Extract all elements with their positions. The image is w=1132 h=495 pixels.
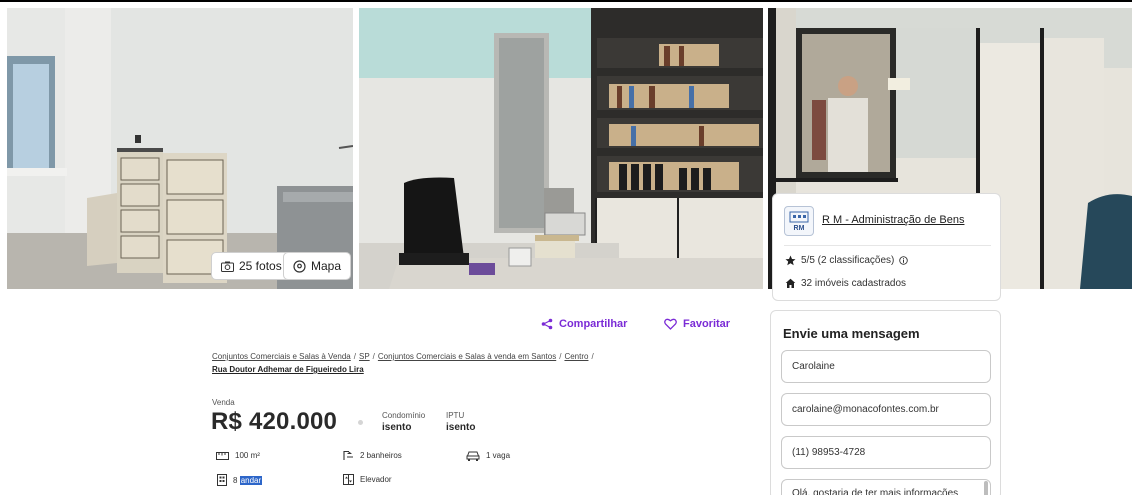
office-photo-2 bbox=[359, 8, 763, 289]
share-icon bbox=[541, 318, 553, 330]
condominium-fee: Condomínio isento bbox=[382, 411, 425, 433]
info-icon[interactable] bbox=[899, 256, 909, 265]
breadcrumb: Conjuntos Comerciais e Salas à Venda / SP /… bbox=[212, 350, 672, 376]
breadcrumb-item[interactable]: Conjuntos Comerciais e Salas à venda em … bbox=[378, 352, 556, 361]
office-photo-1 bbox=[7, 8, 353, 289]
favorite-button[interactable]: Favoritar bbox=[664, 318, 730, 330]
bathrooms-text: 2 banheiros bbox=[360, 451, 402, 460]
message-scrollbar[interactable] bbox=[984, 481, 988, 495]
divider bbox=[784, 245, 991, 246]
advertiser-name-link[interactable]: R M - Administração de Bens bbox=[822, 214, 964, 226]
svg-text:RM: RM bbox=[794, 225, 805, 232]
photos-count-label: 25 fotos bbox=[239, 259, 282, 273]
favorite-label: Favoritar bbox=[683, 318, 731, 330]
floor-number: 8 bbox=[233, 475, 238, 485]
contact-form: Envie uma mensagem Olá, gostaria de ter … bbox=[770, 310, 1001, 495]
breadcrumb-item[interactable]: SP bbox=[359, 352, 370, 361]
elevator-icon bbox=[343, 474, 354, 485]
listings-text: 32 imóveis cadastrados bbox=[801, 278, 907, 289]
parking-text: 1 vaga bbox=[486, 451, 511, 460]
form-title: Envie uma mensagem bbox=[783, 326, 920, 341]
gallery-photo-1[interactable] bbox=[7, 8, 353, 289]
area-text: 100 m² bbox=[235, 451, 260, 460]
advertiser-logo[interactable]: RM bbox=[784, 206, 814, 236]
feature-area: 100 m² bbox=[216, 451, 260, 460]
iptu-fee: IPTU isento bbox=[446, 411, 475, 433]
map-pin-icon bbox=[293, 259, 306, 273]
advertiser-card: RM R M - Administração de Bens 5/5 (2 cl… bbox=[772, 193, 1001, 301]
elevator-text: Elevador bbox=[360, 475, 392, 484]
share-label: Compartilhar bbox=[559, 318, 628, 330]
breadcrumb-separator: / bbox=[591, 352, 594, 361]
heart-icon bbox=[664, 318, 677, 330]
feature-parking: 1 vaga bbox=[466, 450, 510, 461]
breadcrumb-item[interactable]: Conjuntos Comerciais e Salas à Venda bbox=[212, 352, 351, 361]
condominium-label: Condomínio bbox=[382, 411, 426, 420]
feature-bathrooms: 2 banheiros bbox=[343, 450, 402, 461]
home-icon bbox=[785, 278, 796, 288]
breadcrumb-separator: / bbox=[372, 352, 375, 361]
breadcrumb-separator: / bbox=[559, 352, 562, 361]
feature-elevator: Elevador bbox=[343, 474, 392, 485]
ruler-icon bbox=[216, 451, 229, 460]
floor-word-selected: andar bbox=[239, 475, 263, 485]
star-icon bbox=[785, 255, 796, 266]
breadcrumb-item[interactable]: Centro bbox=[564, 352, 588, 361]
camera-icon bbox=[221, 261, 234, 272]
map-button[interactable]: Mapa bbox=[283, 252, 352, 280]
price-value: R$ 420.000 bbox=[211, 408, 338, 435]
share-button[interactable]: Compartilhar bbox=[541, 318, 627, 330]
separator-dot bbox=[358, 420, 363, 425]
phone-field[interactable] bbox=[781, 436, 991, 469]
condominium-value: isento bbox=[382, 422, 412, 433]
gallery-photo-2[interactable] bbox=[359, 8, 763, 289]
message-field[interactable]: Olá, gostaria de ter mais informações bbox=[781, 479, 991, 495]
building-logo-icon: RM bbox=[789, 211, 809, 232]
iptu-value: isento bbox=[446, 422, 476, 433]
price-type-label: Venda bbox=[212, 398, 235, 407]
building-icon bbox=[217, 474, 227, 486]
rating-text: 5/5 (2 classificações) bbox=[801, 255, 895, 266]
breadcrumb-separator: / bbox=[353, 352, 356, 361]
name-field[interactable] bbox=[781, 350, 991, 383]
car-icon bbox=[466, 451, 480, 461]
email-field[interactable] bbox=[781, 393, 991, 426]
iptu-label: IPTU bbox=[446, 411, 465, 420]
feature-floor: 8 andar bbox=[217, 474, 263, 486]
advertiser-listings-count: 32 imóveis cadastrados bbox=[785, 278, 906, 289]
advertiser-rating: 5/5 (2 classificações) bbox=[785, 255, 909, 266]
map-label: Mapa bbox=[311, 259, 342, 273]
floor-text: 8 andar bbox=[233, 475, 263, 485]
breadcrumb-current[interactable]: Rua Doutor Adhemar de Figueiredo Lira bbox=[212, 365, 364, 374]
photos-count-button[interactable]: 25 fotos bbox=[211, 252, 292, 280]
shower-icon bbox=[343, 450, 353, 460]
